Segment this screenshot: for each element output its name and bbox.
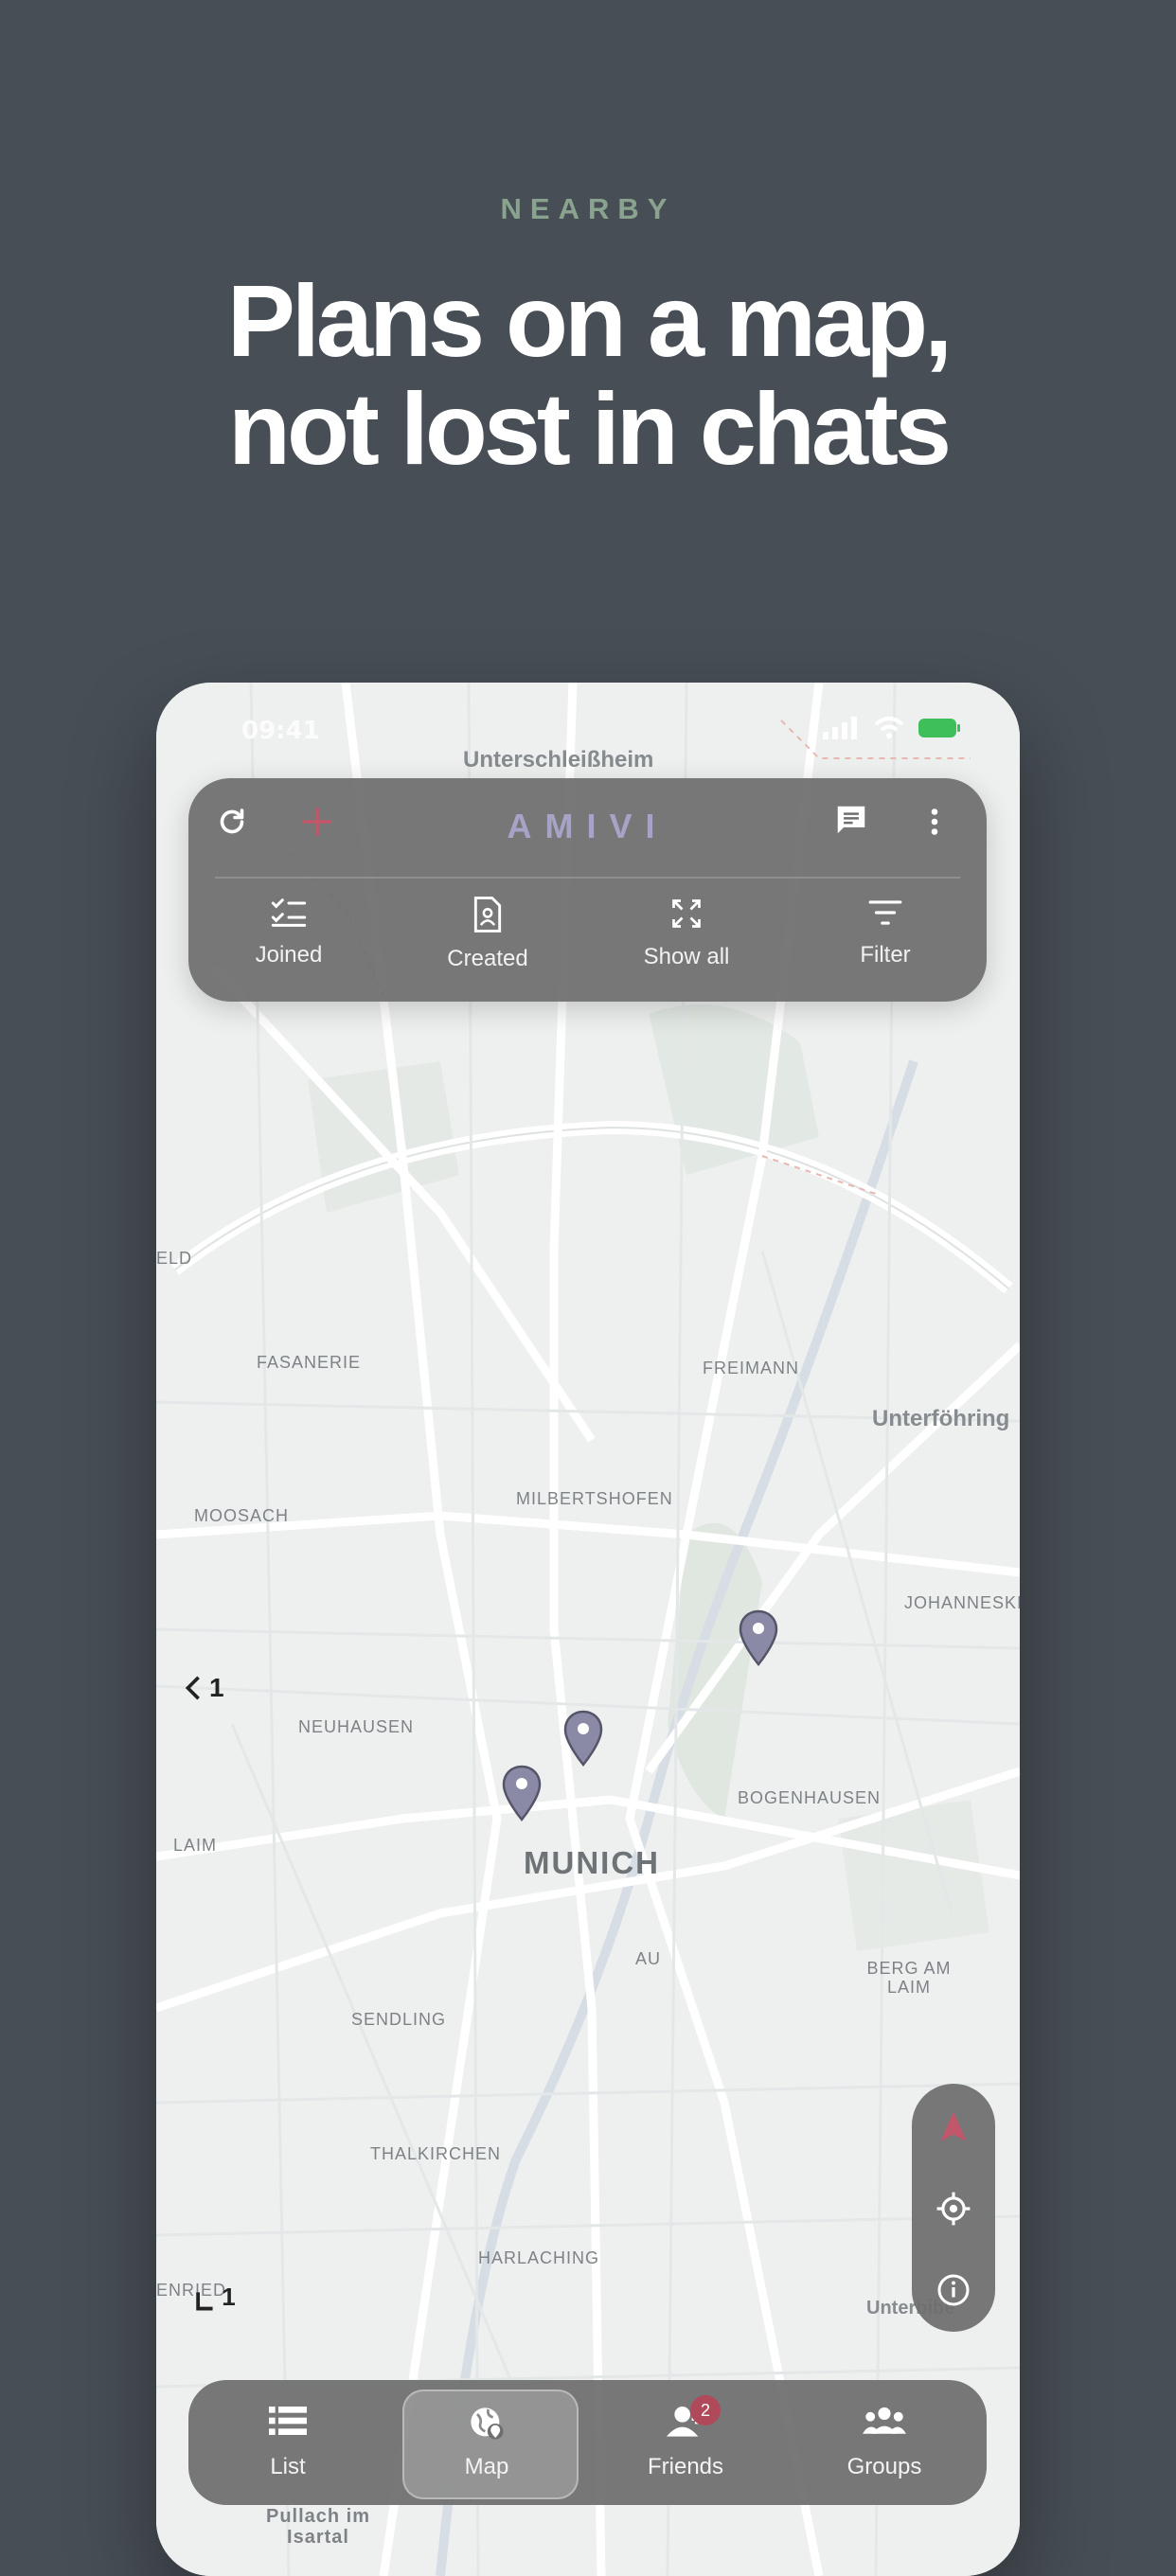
status-icons xyxy=(823,717,961,739)
map-label-munich: MUNICH xyxy=(524,1845,660,1880)
globe-pin-icon xyxy=(471,2407,504,2440)
checklist-icon xyxy=(271,898,307,927)
map-info-button[interactable] xyxy=(912,2262,995,2318)
group-icon xyxy=(863,2407,906,2434)
plan-marker[interactable] xyxy=(738,1609,779,1666)
compass-arrow-icon xyxy=(940,2111,967,2141)
cluster-indicator-bottom[interactable]: 1 xyxy=(194,2283,236,2312)
battery-icon xyxy=(918,719,960,737)
map-label-johanneskirchen: JOHANNESKIR xyxy=(904,1593,1020,1612)
map-label-fasanerie: FASANERIE xyxy=(257,1353,362,1372)
map-label-neuhausen: NEUHAUSEN xyxy=(298,1717,415,1736)
filter-label: Filter xyxy=(860,942,911,968)
document-person-icon xyxy=(473,897,502,933)
tab-groups-label: Groups xyxy=(846,2454,922,2479)
tab-friends[interactable]: 2 Friends xyxy=(586,2380,785,2505)
corner-arrow-icon xyxy=(196,2292,213,2311)
tab-map-label: Map xyxy=(464,2454,509,2479)
map-label-bogenhausen: BOGENHAUSEN xyxy=(738,1788,882,1807)
headline-line-2: not lost in chats xyxy=(227,371,952,486)
more-menu-button[interactable] xyxy=(906,793,963,850)
plan-marker[interactable] xyxy=(562,1710,604,1767)
cluster-indicator-left[interactable]: 1 xyxy=(185,1673,224,1703)
map-label-thalkirchen: THALKIRCHEN xyxy=(370,2144,502,2163)
cluster-count-left: 1 xyxy=(209,1673,224,1702)
map-label-laim: LAIM xyxy=(173,1836,218,1855)
crosshair-icon xyxy=(936,2192,971,2226)
filter-created-button[interactable]: Created xyxy=(398,897,578,972)
filter-joined-button[interactable]: Joined xyxy=(199,897,379,968)
map-label-pullach: Pullach im Isartal xyxy=(265,2506,371,2548)
chat-icon xyxy=(837,806,865,834)
bottom-tab-bar: List Map 2 Friends Groups xyxy=(188,2380,987,2505)
tab-map[interactable]: Map xyxy=(387,2380,586,2505)
headline: Plans on a map, not lost in chats xyxy=(0,267,1176,483)
filter-joined-label: Joined xyxy=(255,942,323,968)
list-icon xyxy=(269,2407,307,2435)
phone-screen: Unterschleißheim ELD FASANERIE FREIMANN … xyxy=(156,683,1020,2576)
filter-icon xyxy=(868,900,902,925)
chat-button[interactable] xyxy=(823,791,880,848)
info-icon xyxy=(937,2274,970,2306)
map-label-au: AU xyxy=(635,1949,662,1968)
plan-marker[interactable] xyxy=(501,1765,543,1821)
map-label-harlaching: HARLACHING xyxy=(478,2248,600,2267)
map-label-feld: ELD xyxy=(156,1249,193,1268)
eyebrow-label: NEARBY xyxy=(500,192,676,225)
show-all-button[interactable]: Show all xyxy=(597,897,776,970)
more-vertical-icon xyxy=(931,808,938,835)
top-bar-divider xyxy=(215,877,960,879)
map-controls xyxy=(912,2084,995,2332)
map-label-milbertshofen: MILBERTSHOFEN xyxy=(516,1489,673,1508)
tab-groups[interactable]: Groups xyxy=(785,2380,984,2505)
headline-line-1: Plans on a map, xyxy=(226,263,953,378)
status-time: 09:41 xyxy=(241,717,320,745)
expand-icon xyxy=(672,899,701,928)
map-label-moosach: MOOSACH xyxy=(194,1506,290,1525)
map-label-freimann: FREIMANN xyxy=(703,1359,799,1377)
locate-me-button[interactable] xyxy=(912,2180,995,2237)
map-label-unterfoehring: Unterföhring xyxy=(872,1406,1010,1431)
map-label-berg-am-laim: BERG AM LAIM xyxy=(866,1959,952,1997)
friends-badge: 2 xyxy=(690,2395,721,2425)
filter-created-label: Created xyxy=(447,946,528,971)
signal-icon xyxy=(823,717,857,739)
tab-list-label: List xyxy=(270,2454,306,2479)
chevron-left-icon xyxy=(185,1676,200,1700)
filter-button[interactable]: Filter xyxy=(795,897,975,968)
top-bar: AMIVI Joined Created Show all Filter xyxy=(188,778,987,1002)
show-all-label: Show all xyxy=(643,944,730,969)
tab-list[interactable]: List xyxy=(188,2380,387,2505)
tab-friends-label: Friends xyxy=(647,2454,724,2479)
cluster-count-bottom: 1 xyxy=(222,2283,236,2311)
map-label-unterschleissheim: Unterschleißheim xyxy=(463,747,654,773)
map-label-sendling: SENDLING xyxy=(351,2010,447,2029)
compass-button[interactable] xyxy=(912,2099,995,2156)
wifi-icon xyxy=(874,717,904,738)
